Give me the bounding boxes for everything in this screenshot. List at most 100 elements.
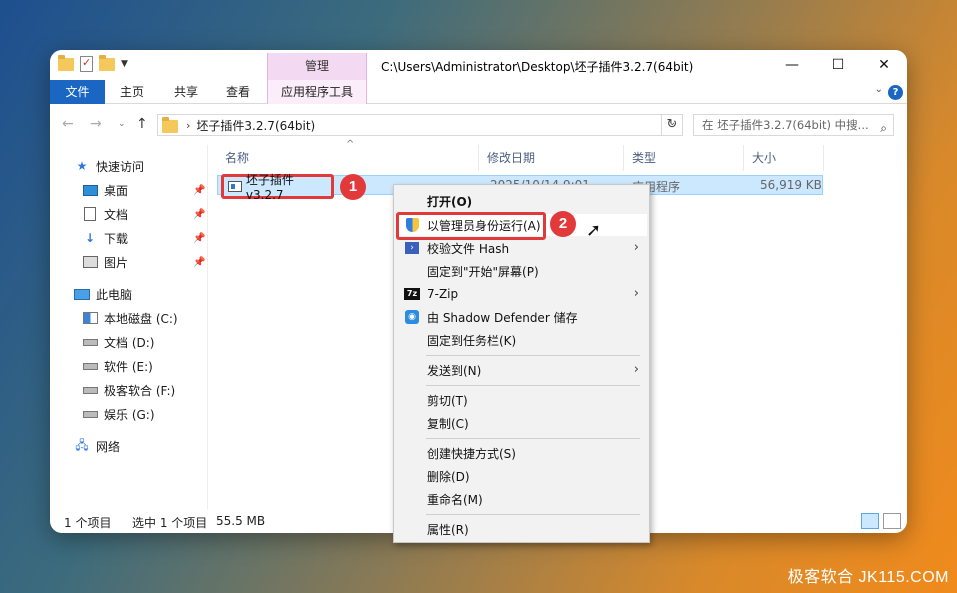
nav-documents[interactable]: 文档 📌: [82, 204, 208, 224]
maximize-button[interactable]: ☐: [815, 50, 861, 80]
nav-label: 软件 (E:): [104, 359, 153, 374]
folder-icon[interactable]: [58, 54, 74, 71]
menu-label: 校验文件 Hash: [427, 241, 510, 256]
forward-arrow-icon[interactable]: →: [90, 116, 102, 132]
nav-drive-g[interactable]: 娱乐 (G:): [82, 404, 155, 424]
menu-label: 复制(C): [427, 416, 469, 431]
nav-drive-d[interactable]: 文档 (D:): [82, 332, 154, 352]
context-tab-header: 管理: [267, 53, 367, 80]
properties-icon[interactable]: [80, 56, 93, 72]
drive-icon: [82, 362, 98, 370]
network-icon: 🖧: [75, 437, 89, 452]
large-icons-view-icon[interactable]: [883, 513, 901, 529]
menu-item-cut[interactable]: 剪切(T): [396, 389, 647, 411]
step-badge-2: 2: [550, 211, 576, 237]
document-icon: [84, 207, 96, 221]
nav-drive-e[interactable]: 软件 (E:): [82, 356, 153, 376]
status-size: 55.5 MB: [216, 514, 266, 528]
customize-toolbar-icon[interactable]: ▼: [121, 59, 128, 69]
nav-drive-c[interactable]: 本地磁盘 (C:): [82, 308, 178, 328]
menu-item-create-shortcut[interactable]: 创建快捷方式(S): [396, 442, 647, 464]
new-folder-icon[interactable]: [99, 54, 115, 71]
chevron-right-icon: ›: [633, 240, 639, 255]
menu-item-delete[interactable]: 删除(D): [396, 465, 647, 487]
nav-label: 文档 (D:): [104, 335, 155, 350]
menu-separator: [426, 438, 640, 439]
file-name: 坯子插件v3.2.7: [245, 173, 294, 202]
menu-item-7zip[interactable]: 7z 7-Zip ›: [396, 283, 647, 305]
address-bar-row: ← → ⌄ ↑ › 坯子插件3.2.7(64bit) ⌄ ↻ 在 坯子插件3.2…: [50, 105, 907, 145]
chevron-down-icon[interactable]: ⌄: [875, 84, 883, 95]
menu-label: 打开(O): [427, 194, 473, 209]
folder-icon: [162, 117, 178, 133]
column-header-name[interactable]: 名称: [217, 145, 479, 171]
menu-label: 固定到任务栏(K): [427, 333, 517, 348]
menu-item-shadow-defender[interactable]: ◉ 由 Shadow Defender 储存: [396, 306, 647, 328]
nav-label: 下载: [104, 231, 129, 246]
menu-label: 属性(R): [427, 522, 469, 537]
menu-separator: [426, 355, 640, 356]
status-item-count: 1 个项目: [64, 516, 112, 530]
recent-locations-icon[interactable]: ⌄: [118, 119, 126, 129]
menu-item-rename[interactable]: 重命名(M): [396, 488, 647, 510]
menu-item-copy[interactable]: 复制(C): [396, 412, 647, 434]
back-arrow-icon[interactable]: ←: [62, 116, 74, 132]
7zip-icon: 7z: [404, 288, 420, 300]
breadcrumb-separator-icon[interactable]: ›: [186, 119, 190, 132]
navigation-pane: ★ 快速访问 桌面 📌 文档 📌 ↓ 下载 📌 图片 📌 此电脑 本地磁盘 (C…: [50, 145, 208, 510]
nav-quick-access[interactable]: ★ 快速访问: [74, 156, 144, 176]
chevron-right-icon: ›: [633, 362, 639, 377]
menu-item-pin-taskbar[interactable]: 固定到任务栏(K): [396, 329, 647, 351]
desktop-icon: [82, 184, 98, 196]
menu-label: 7-Zip: [427, 287, 459, 301]
nav-drive-f[interactable]: 极客软合 (F:): [82, 380, 175, 400]
nav-desktop[interactable]: 桌面 📌: [82, 180, 208, 200]
nav-network[interactable]: 🖧 网络: [74, 436, 120, 456]
tab-home[interactable]: 主页: [108, 80, 156, 104]
tab-view[interactable]: 查看: [214, 80, 262, 104]
menu-item-open[interactable]: 打开(O): [396, 190, 647, 212]
pin-icon[interactable]: 📌: [193, 233, 205, 244]
column-header-date[interactable]: 修改日期: [479, 145, 624, 171]
close-button[interactable]: ✕: [861, 50, 907, 80]
star-icon: ★: [76, 159, 88, 173]
menu-item-hash[interactable]: › 校验文件 Hash ›: [396, 237, 647, 259]
menu-item-pin-start[interactable]: 固定到"开始"屏幕(P): [396, 260, 647, 282]
window-controls: — ☐ ✕: [769, 50, 907, 80]
menu-separator: [426, 385, 640, 386]
menu-label: 固定到"开始"屏幕(P): [427, 264, 539, 279]
mouse-cursor-icon: ➚: [586, 220, 602, 241]
drive-icon: [82, 338, 98, 346]
details-view-icon[interactable]: [861, 513, 879, 529]
menu-label: 删除(D): [427, 469, 470, 484]
nav-this-pc[interactable]: 此电脑: [74, 284, 132, 304]
nav-label: 快速访问: [96, 159, 145, 174]
column-header-type[interactable]: 类型: [624, 145, 744, 171]
address-box[interactable]: › 坯子插件3.2.7(64bit) ⌄: [157, 114, 683, 136]
up-arrow-icon[interactable]: ↑: [136, 116, 148, 132]
search-icon[interactable]: ⌕: [880, 118, 887, 135]
tab-share[interactable]: 共享: [162, 80, 210, 104]
tab-application-tools[interactable]: 应用程序工具: [267, 80, 367, 104]
menu-item-send-to[interactable]: 发送到(N) ›: [396, 359, 647, 381]
system-drive-icon: [82, 312, 98, 324]
pin-icon[interactable]: 📌: [193, 257, 205, 268]
nav-pictures[interactable]: 图片 📌: [82, 252, 208, 272]
download-icon: ↓: [84, 231, 96, 245]
breadcrumb-folder[interactable]: 坯子插件3.2.7(64bit): [196, 117, 315, 134]
pin-icon[interactable]: 📌: [193, 185, 205, 196]
hash-icon: ›: [405, 242, 419, 254]
search-input[interactable]: 在 坯子插件3.2.7(64bit) 中搜... ⌕: [693, 114, 894, 136]
column-header-size[interactable]: 大小: [744, 145, 824, 171]
refresh-icon[interactable]: ↻: [661, 114, 683, 136]
selected-file-name[interactable]: 坯子插件v3.2.7: [221, 173, 334, 202]
pin-icon[interactable]: 📌: [193, 209, 205, 220]
minimize-button[interactable]: —: [769, 50, 815, 80]
nav-downloads[interactable]: ↓ 下载 📌: [82, 228, 208, 248]
menu-separator: [426, 514, 640, 515]
nav-label: 图片: [104, 255, 129, 270]
help-icon[interactable]: ?: [888, 85, 903, 100]
step-badge-1: 1: [340, 174, 366, 200]
menu-item-properties[interactable]: 属性(R): [396, 518, 647, 540]
tab-file[interactable]: 文件: [50, 80, 105, 104]
